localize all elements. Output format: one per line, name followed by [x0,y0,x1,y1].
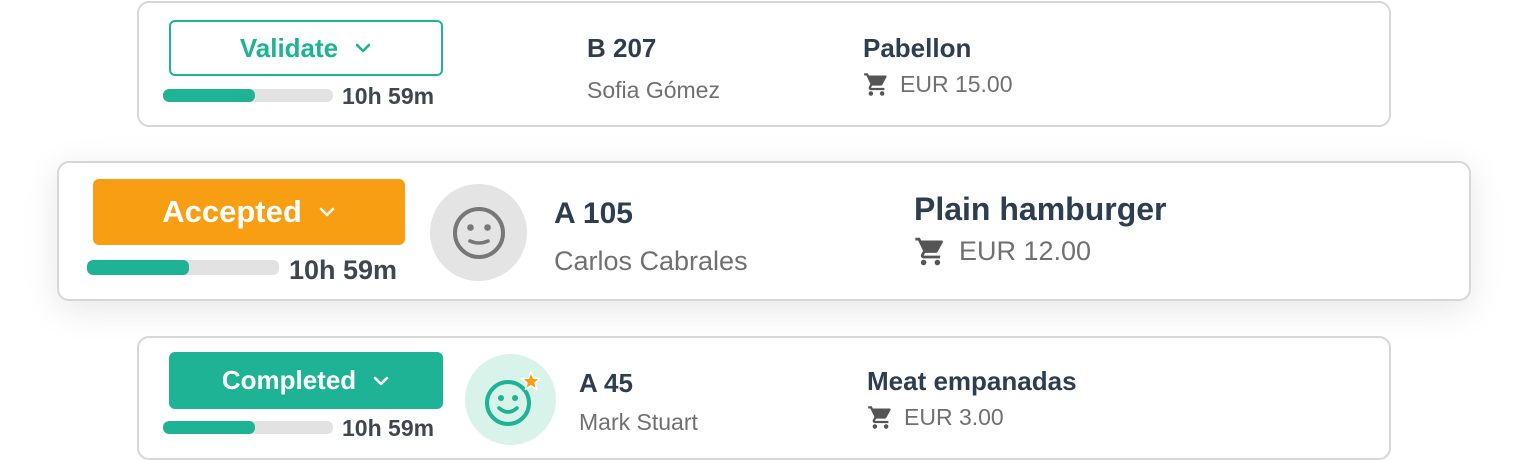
status-dropdown-validate[interactable]: Validate [169,20,443,76]
time-remaining: 10h 59m [342,83,435,109]
location-code: A 45 [579,368,633,398]
order-card-a45: Completed 10h 59m A 45 Mark Stuart Meat … [137,336,1391,460]
smiling-face-star-icon [484,370,541,426]
neutral-face-icon [452,206,505,259]
price-value: EUR 12.00 [959,236,1092,266]
status-dropdown-accepted[interactable]: Accepted [93,179,405,245]
status-label: Validate [239,32,339,63]
time-progress-bar [163,421,333,434]
customer-avatar [430,184,527,281]
time-remaining: 10h 59m [289,255,398,285]
order-card-a105: Accepted 10h 59m A 105 Carlos Cabrales P… [57,161,1471,301]
status-label: Accepted [162,194,302,229]
product-name: Pabellon [863,33,972,63]
shopping-cart-icon [915,237,943,266]
order-price: EUR 3.00 [867,404,1004,431]
time-progress-bar [163,89,333,102]
price-value: EUR 15.00 [900,71,1013,97]
order-card-b207: Validate 10h 59m B 207 Sofia Gómez Pabel… [137,1,1391,127]
time-progress-bar [87,260,279,275]
price-value: EUR 3.00 [904,404,1004,430]
shopping-cart-icon [864,73,887,96]
product-name: Plain hamburger [914,191,1167,227]
chevron-down-icon [373,376,389,385]
progress-fill [163,421,255,434]
order-price: EUR 12.00 [914,235,1091,268]
location-code: A 105 [554,197,633,230]
progress-fill [87,260,189,275]
customer-name: Mark Stuart [579,409,698,435]
order-price: EUR 15.00 [863,71,1013,98]
customer-avatar [465,354,556,445]
status-dropdown-completed[interactable]: Completed [169,352,443,409]
location-code: B 207 [587,33,657,63]
chevron-down-icon [319,207,335,217]
chevron-down-icon [355,43,371,53]
time-remaining: 10h 59m [342,415,435,441]
status-label: Completed [221,365,357,395]
product-name: Meat empanadas [867,366,1077,396]
progress-fill [163,89,255,102]
customer-name: Sofia Gómez [587,77,720,103]
customer-name: Carlos Cabrales [554,246,748,276]
shopping-cart-icon [868,406,891,429]
